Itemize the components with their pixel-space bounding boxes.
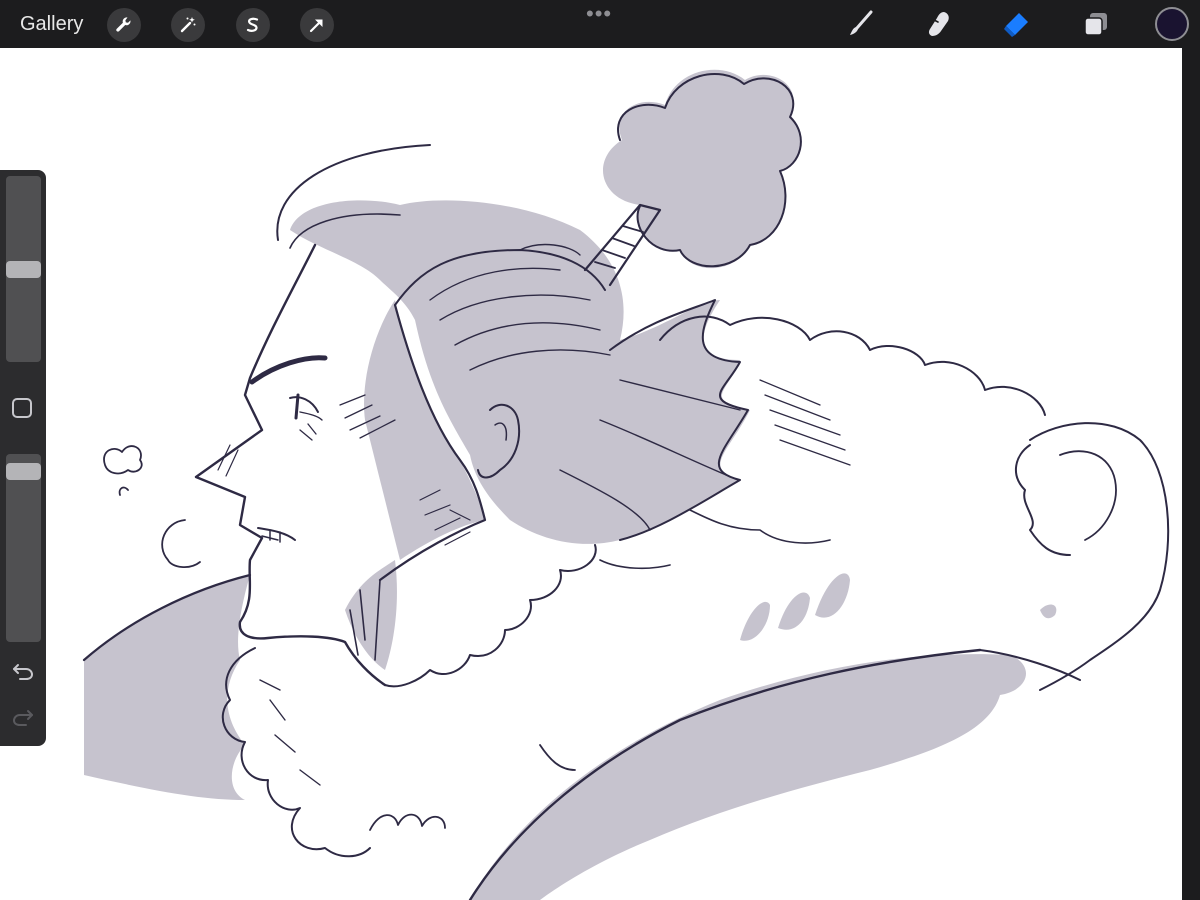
smudge-finger-icon	[928, 12, 949, 36]
wrench-icon	[116, 17, 131, 32]
left-sidebar	[0, 170, 46, 746]
smudge-tool-button[interactable]	[921, 6, 957, 42]
redo-arrow-icon	[12, 710, 33, 726]
brush-icon	[850, 10, 873, 35]
sketch-artwork	[82, 69, 1170, 900]
canvas-right-border	[1182, 48, 1200, 900]
opacity-slider[interactable]	[6, 454, 41, 642]
undo-arrow-icon	[13, 664, 34, 680]
eraser-icon	[1004, 13, 1028, 37]
opacity-slider-thumb[interactable]	[6, 463, 41, 480]
gallery-button[interactable]: Gallery	[20, 12, 83, 36]
top-toolbar: Gallery •••	[0, 0, 1200, 48]
selection-button[interactable]	[236, 8, 270, 42]
transform-button[interactable]	[300, 8, 334, 42]
more-options-dots[interactable]: •••	[586, 3, 612, 25]
selection-s-icon	[246, 17, 259, 32]
actions-button[interactable]	[107, 8, 141, 42]
layers-icon	[1084, 13, 1107, 36]
grey-shading-layer	[84, 69, 1057, 900]
redo-button[interactable]	[10, 706, 36, 728]
brush-tool-button[interactable]	[842, 6, 878, 42]
transform-arrow-icon	[309, 19, 323, 33]
modify-button[interactable]	[12, 398, 32, 418]
magic-wand-icon	[180, 17, 196, 33]
layers-button[interactable]	[1078, 6, 1114, 42]
brush-size-slider[interactable]	[6, 176, 41, 362]
color-picker-swatch[interactable]	[1155, 7, 1189, 41]
drawing-canvas[interactable]	[0, 48, 1182, 900]
brush-size-slider-thumb[interactable]	[6, 261, 41, 278]
eraser-tool-button[interactable]	[998, 6, 1034, 42]
undo-button[interactable]	[10, 660, 36, 682]
adjustments-button[interactable]	[171, 8, 205, 42]
